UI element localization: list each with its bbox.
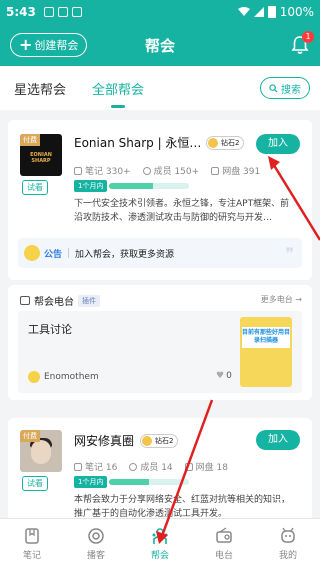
notes-icon [25, 527, 39, 544]
announcement-bar[interactable]: 公告 加入帮会，获取更多资源 ❞ [18, 238, 302, 268]
author-avatar [28, 371, 40, 383]
member-icon [129, 462, 138, 471]
bell-badge: 1 [302, 31, 314, 43]
nav-notes[interactable]: 笔记 [0, 519, 64, 568]
plugin-badge: 插件 [78, 294, 100, 307]
guild-name: 网安修真圈 [74, 434, 135, 448]
plus-icon: + [19, 35, 33, 54]
battery-level: 100% [279, 5, 314, 19]
radio-item-title: 工具讨论 [28, 323, 72, 336]
tab-all[interactable]: 全部帮会 [92, 79, 144, 98]
nav-guild[interactable]: 帮会 [128, 519, 192, 568]
paid-badge: 付费 [20, 430, 40, 442]
radio-section: 帮会电台 插件 更多电台 → 工具讨论 Enomothem ♥ 0 目前有那些好… [8, 285, 312, 400]
join-button[interactable]: 加入 [256, 430, 300, 450]
notes-count: 笔记 16 [85, 463, 118, 473]
guild-stats: 笔记 330+ 成员 150+ 网盘 391 [74, 164, 260, 177]
guild-stats: 笔记 16 成员 14 网盘 18 [74, 460, 228, 473]
cover-logo-text: EONIAN SHARP [30, 152, 52, 164]
nav-me-label: 我的 [278, 550, 297, 561]
likes-count: 0 [226, 371, 232, 381]
guild-description: 本帮会致力于分享网络安全、红蓝对抗等相关的知识，推广基于的自动化渗透测试工具开发… [74, 495, 291, 519]
guild-cover: 付费 [20, 430, 62, 472]
create-guild-label: 创建帮会 [34, 39, 79, 52]
activity-progress: 1个月内 [74, 180, 190, 192]
mascot-icon [24, 245, 40, 261]
join-button[interactable]: 加入 [256, 134, 300, 154]
search-label: 搜索 [281, 84, 301, 96]
disk-icon [211, 166, 220, 175]
note-icon [74, 166, 82, 175]
progress-label: 1个月内 [74, 476, 108, 488]
note-icon [74, 462, 82, 471]
bell-button[interactable]: 1 [290, 31, 314, 55]
nav-radio[interactable]: 电台 [192, 519, 256, 568]
wifi-icon [237, 7, 250, 16]
radio-icon [20, 296, 30, 305]
nav-guild-label: 帮会 [150, 550, 169, 561]
author-name: Enomothem [44, 372, 99, 382]
announcement-tag: 公告 [44, 249, 63, 260]
members-count: 成员 150+ [153, 167, 200, 177]
radio-item[interactable]: 工具讨论 Enomothem ♥ 0 目前有那些好用目录扫描器 [18, 311, 302, 393]
radio-thumbnail: 目前有那些好用目录扫描器 [240, 317, 292, 387]
nav-podcast-label: 播客 [86, 550, 105, 561]
status-bar: 5:43 100% [0, 0, 320, 24]
diamond-badge-label: 钻石2 [221, 139, 240, 147]
bottom-nav: 笔记 播客 帮会 电台 我的 [0, 518, 320, 568]
diamond-badge: 钻石2 [206, 136, 245, 150]
quote-icon: ❞ [285, 243, 294, 263]
signal-icon [253, 7, 264, 17]
disk-count: 网盘 391 [222, 167, 261, 177]
image-icon [57, 7, 68, 17]
search-button[interactable]: 搜索 [260, 77, 310, 99]
activity-progress: 1个月内 [74, 476, 190, 488]
progress-fill [109, 479, 150, 485]
nav-notes-label: 笔记 [22, 550, 41, 561]
radio-author: Enomothem [28, 371, 99, 383]
guild-name: Eonian Sharp | 永恒… [74, 136, 202, 150]
status-time: 5:43 [6, 5, 36, 19]
members-count: 成员 14 [140, 463, 173, 473]
trial-button[interactable]: 试看 [22, 476, 48, 491]
podcast-icon [88, 527, 104, 544]
paid-badge: 付费 [20, 134, 40, 146]
nav-me[interactable]: 我的 [256, 519, 320, 568]
battery-icon [267, 6, 276, 18]
radio-title: 帮会电台 [34, 297, 74, 308]
member-icon [142, 166, 151, 175]
nav-radio-label: 电台 [214, 550, 233, 561]
announcement-text: 加入帮会，获取更多资源 [75, 249, 175, 260]
guild-cover: 付费 EONIAN SHARP [20, 134, 62, 176]
guild-description: 下一代安全技术引领者。永恒之锋，专注APT框架、前沿攻防技术、渗透测试攻击与防御… [74, 199, 290, 223]
guild-card[interactable]: 付费 试看 网安修真圈 钻石2 加入 笔记 16 成员 14 网盘 18 1个月… [8, 418, 312, 522]
diamond-badge-label: 钻石2 [155, 437, 174, 445]
avatar [208, 138, 218, 148]
trial-button[interactable]: 试看 [22, 180, 48, 195]
notification-icon [43, 7, 54, 17]
create-guild-button[interactable]: + 创建帮会 [10, 33, 88, 57]
search-icon [269, 83, 278, 93]
diamond-badge: 钻石2 [140, 434, 179, 448]
notes-count: 笔记 330+ [85, 167, 131, 177]
profile-icon [281, 527, 295, 543]
heart-icon: ♥ [216, 371, 225, 381]
android-icon [71, 7, 82, 17]
radio-icon [216, 526, 232, 543]
disk-icon [184, 462, 193, 471]
guild-icon [152, 527, 168, 544]
tab-bar: 星选帮会 全部帮会 搜索 [0, 66, 320, 110]
guild-card[interactable]: 付费 EONIAN SHARP 试看 Eonian Sharp | 永恒… 钻石… [8, 120, 312, 280]
radio-header: 帮会电台 插件 [20, 293, 100, 308]
thumbnail-text: 目前有那些好用目录扫描器 [242, 327, 290, 348]
more-radio-link[interactable]: 更多电台 → [261, 294, 302, 305]
avatar [142, 436, 152, 446]
radio-likes: ♥ 0 [216, 371, 232, 381]
disk-count: 网盘 18 [195, 463, 228, 473]
tab-featured[interactable]: 星选帮会 [14, 79, 66, 98]
progress-label: 1个月内 [74, 180, 108, 192]
progress-fill [109, 183, 154, 189]
nav-podcast[interactable]: 播客 [64, 519, 128, 568]
header: + 创建帮会 帮会 1 [0, 24, 320, 66]
